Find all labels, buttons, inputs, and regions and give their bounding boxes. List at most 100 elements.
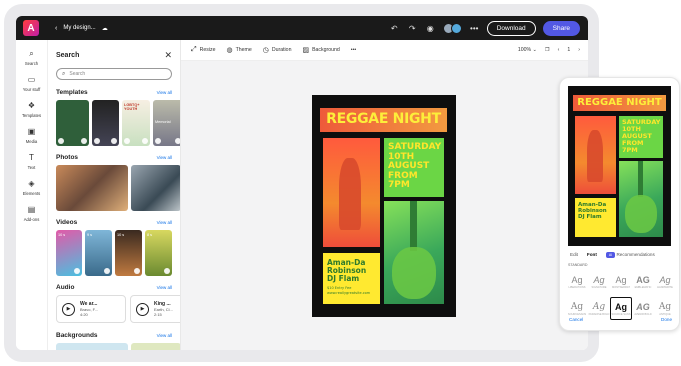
poster-singer-image[interactable]: [323, 138, 380, 247]
view-all-backgrounds[interactable]: View all: [157, 333, 172, 338]
font-option[interactable]: AG EMBLEMATIC: [632, 270, 654, 293]
poster-date-block[interactable]: SATURDAY 10TH AUGUST FROM 7PM: [384, 138, 444, 197]
rail-item-addons[interactable]: ▤ Add-ons: [16, 205, 47, 222]
more-icon[interactable]: •••: [469, 24, 480, 33]
video-thumb[interactable]: 9 s: [85, 230, 112, 276]
zoom-select[interactable]: 100% ⌄: [518, 47, 537, 53]
undo-icon[interactable]: ↶: [389, 24, 400, 33]
mini-singer-image: [575, 116, 616, 194]
poster-guitar-image[interactable]: [384, 201, 444, 304]
search-placeholder: Search: [69, 71, 86, 77]
font-option[interactable]: Ag HANDWRITE: [654, 270, 676, 293]
tips-icon[interactable]: ◉: [425, 24, 436, 33]
canvas-area[interactable]: REGGAE NIGHT SATURDAY 10TH AUGUST FROM 7…: [181, 61, 588, 350]
video-thumb[interactable]: 10 s: [56, 230, 82, 276]
background-thumb[interactable]: [56, 343, 128, 350]
template-thumb[interactable]: Memorial: [153, 100, 180, 146]
section-audio: Audio View all: [56, 284, 172, 291]
video-thumb[interactable]: 10 s: [115, 230, 142, 276]
font-option[interactable]: Ag SIGNATURE: [588, 270, 610, 293]
canvas-toolbar: ⤢ Resize ◍ Theme ◷ Duration ▨ Background •••…: [181, 40, 588, 61]
resize-button[interactable]: ⤢ Resize: [191, 46, 215, 54]
play-icon: [58, 138, 64, 144]
close-icon[interactable]: ✕: [164, 50, 172, 61]
play-icon: [94, 138, 100, 144]
addons-icon: ▤: [27, 205, 36, 214]
more-icon[interactable]: •••: [351, 47, 356, 53]
view-all-templates[interactable]: View all: [157, 90, 172, 95]
font-option[interactable]: Ag LIBERATIONS: [566, 270, 588, 293]
singer-silhouette: [339, 158, 361, 230]
avatar[interactable]: [450, 22, 462, 34]
play-icon[interactable]: ▶: [136, 302, 149, 316]
background-icon: ▨: [302, 47, 310, 54]
top-actions: ↶ ↷ ◉ ••• Download Share: [389, 20, 580, 36]
mobile-footer: Cancel Done: [569, 317, 672, 322]
done-button[interactable]: Done: [661, 317, 672, 322]
collaborators[interactable]: [442, 22, 462, 34]
tab-font[interactable]: Font: [587, 252, 597, 257]
rail-item-text[interactable]: T Text: [16, 153, 47, 170]
photo-thumbs: [48, 165, 180, 211]
guitar-body: [392, 247, 436, 299]
next-page-icon[interactable]: ›: [578, 47, 580, 53]
pages-icon[interactable]: ❐: [545, 47, 550, 53]
resize-icon: ⤢: [191, 46, 197, 53]
rail-item-templates[interactable]: ❖ Templates: [16, 101, 47, 118]
share-button[interactable]: Share: [542, 20, 580, 36]
clock-icon: ◷: [262, 47, 269, 54]
photo-thumb[interactable]: [131, 165, 180, 211]
cloud-icon[interactable]: ☁: [102, 25, 108, 32]
cancel-button[interactable]: Cancel: [569, 317, 583, 322]
tab-edit[interactable]: Edit: [570, 252, 578, 257]
template-thumb[interactable]: [92, 100, 119, 146]
view-all-videos[interactable]: View all: [157, 220, 172, 225]
redo-icon[interactable]: ↷: [407, 24, 418, 33]
prev-page-icon[interactable]: ‹: [558, 47, 560, 53]
rail-item-media[interactable]: ▣ Media: [16, 127, 47, 144]
poster-title[interactable]: REGGAE NIGHT: [320, 111, 447, 127]
download-button[interactable]: Download: [486, 20, 536, 36]
theme-button[interactable]: ◍ Theme: [226, 46, 251, 54]
photo-thumb[interactable]: [56, 165, 128, 211]
audio-track[interactable]: ▶ We ar... Bravo, F... 4:20: [56, 295, 126, 323]
rail-item-your-stuff[interactable]: ▭ Your stuff: [16, 75, 47, 92]
view-all-audio[interactable]: View all: [157, 285, 172, 290]
guitar-body: [625, 195, 657, 233]
mini-poster[interactable]: REGGAE NIGHT SATURDAY 10TH AUGUST FROM 7…: [568, 86, 671, 246]
search-input[interactable]: ⌕ Search: [56, 68, 172, 80]
more-icon: [175, 138, 180, 144]
poster-title-banner[interactable]: REGGAE NIGHT: [320, 108, 447, 132]
more-icon: [164, 268, 170, 274]
back-chevron-icon[interactable]: ‹: [55, 25, 57, 32]
mini-guitar-image: [619, 161, 663, 237]
background-thumb[interactable]: [131, 343, 180, 350]
background-button[interactable]: ▨ Background: [302, 46, 339, 54]
view-all-photos[interactable]: View all: [157, 155, 172, 160]
audio-track[interactable]: ▶ King ... Earth, Cl... 2:15: [130, 295, 180, 323]
media-icon: ▣: [27, 127, 36, 136]
search-icon: ⌕: [62, 70, 66, 77]
play-icon[interactable]: ▶: [62, 302, 75, 316]
palette-icon: ◍: [226, 47, 233, 54]
section-templates: Templates View all: [56, 89, 172, 96]
mini-performer-block: Aman-Da Robinson DJ Flam: [575, 198, 616, 237]
template-thumb[interactable]: [56, 100, 89, 146]
template-thumb[interactable]: LGBTQ+ YOUTH: [122, 100, 150, 146]
duration-button[interactable]: ◷ Duration: [263, 46, 292, 54]
top-bar: A ‹ My design... ☁ ↶ ↷ ◉ ••• Download Sh…: [16, 16, 588, 40]
template-thumbs: LGBTQ+ YOUTH Memorial: [48, 100, 180, 146]
left-rail: ⌕ Search ▭ Your stuff ❖ Templates ▣ Medi…: [16, 40, 48, 350]
font-grid: Ag LIBERATIONS Ag SIGNATURE Ag MONTSERRAT A…: [566, 270, 676, 320]
tab-recommendations[interactable]: AI Recommendations: [605, 252, 655, 258]
video-thumb[interactable]: 8 s: [145, 230, 172, 276]
editor-window: A ‹ My design... ☁ ↶ ↷ ◉ ••• Download Sh…: [16, 16, 588, 350]
rail-item-search[interactable]: ⌕ Search: [16, 49, 47, 66]
poster[interactable]: REGGAE NIGHT SATURDAY 10TH AUGUST FROM 7…: [312, 95, 456, 317]
play-icon: [155, 138, 161, 144]
font-option[interactable]: Ag MONTSERRAT: [610, 270, 632, 293]
rail-item-elements[interactable]: ◈ Elements: [16, 179, 47, 196]
app-logo[interactable]: A: [23, 20, 39, 36]
doc-title[interactable]: My design...: [63, 25, 95, 31]
poster-performer-block[interactable]: Aman-Da Robinson DJ Flam $10 Entry Fee w…: [323, 253, 380, 304]
